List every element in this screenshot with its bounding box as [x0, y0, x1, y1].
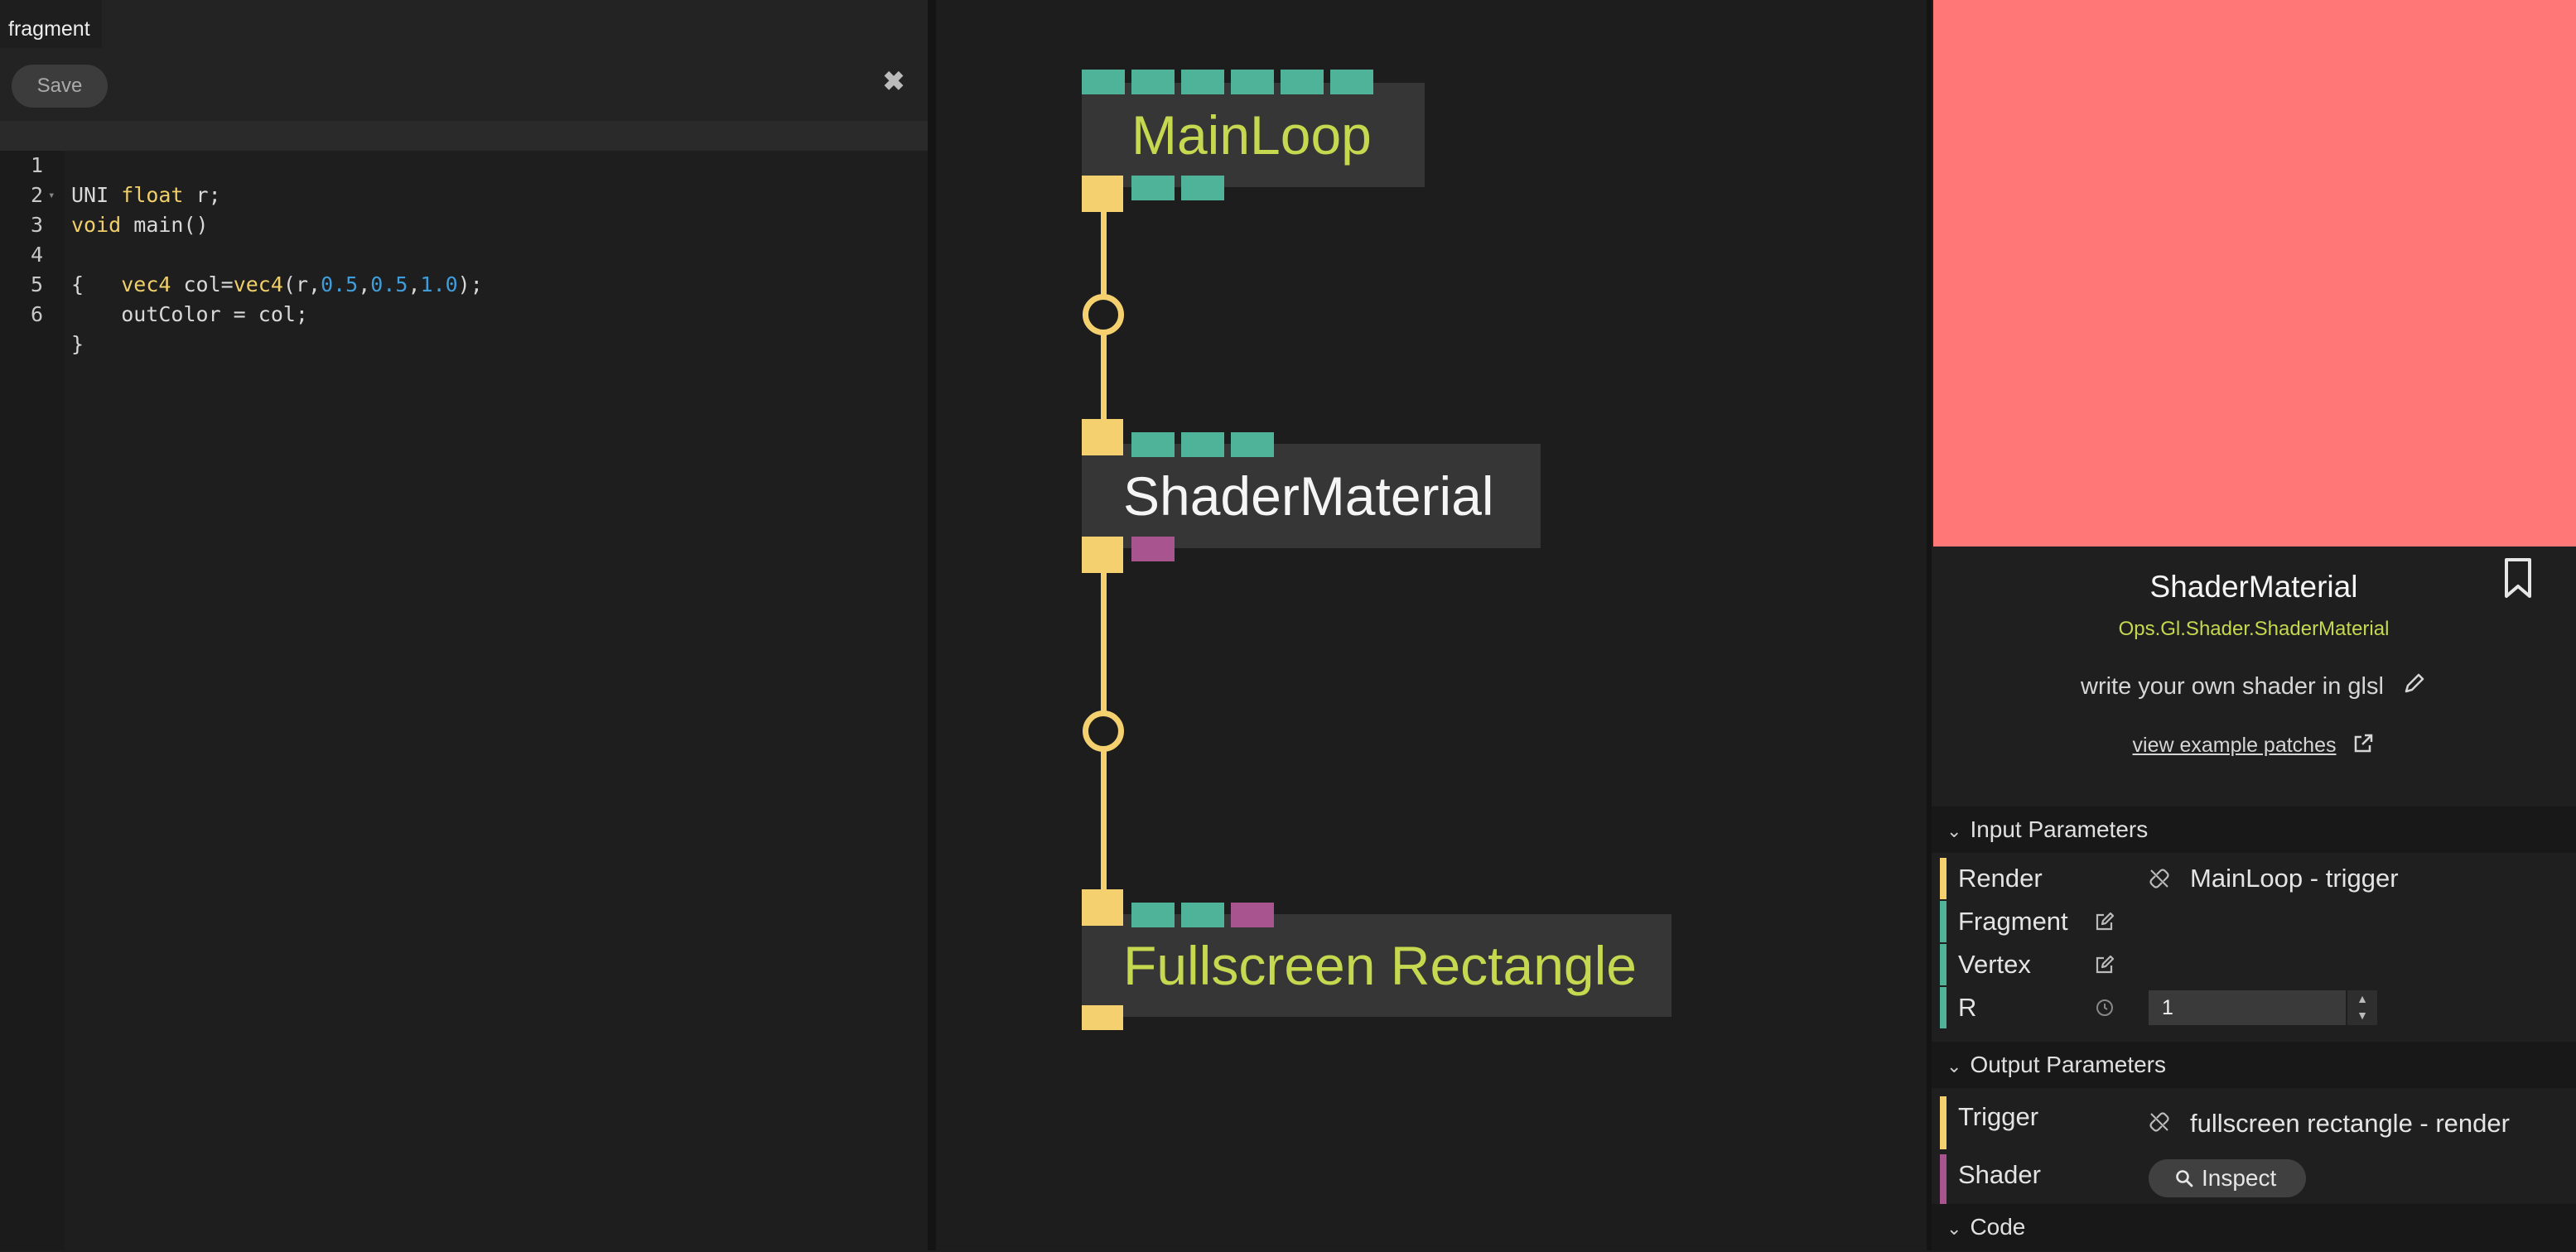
port-type-indicator: [1940, 901, 1946, 942]
input-port[interactable]: [1181, 70, 1224, 94]
code-line[interactable]: 3 ▾ {: [0, 181, 928, 296]
op-title: MainLoop: [1131, 104, 1372, 166]
code-line[interactable]: 1 UNI float r;: [0, 121, 928, 207]
render-preview[interactable]: [1933, 0, 2576, 547]
inspect-button-label: Inspect: [2202, 1165, 2277, 1191]
input-port[interactable]: [1330, 70, 1373, 94]
param-row-trigger: Trigger fullscreen rectangle - render: [1932, 1096, 2576, 1149]
input-port[interactable]: [1131, 70, 1175, 94]
param-name: Trigger: [1958, 1102, 2039, 1131]
output-port-trigger[interactable]: [1082, 176, 1123, 212]
pane-splitter[interactable]: [928, 0, 936, 1250]
input-port[interactable]: [1231, 70, 1274, 94]
input-parameters-header[interactable]: ⌄ Input Parameters: [1932, 807, 2576, 853]
cable-knot[interactable]: [1083, 710, 1124, 752]
inspect-button[interactable]: Inspect: [2149, 1159, 2306, 1197]
param-row-shader: Shader Inspect: [1932, 1154, 2576, 1207]
op-fullscreen-rectangle[interactable]: Fullscreen Rectangle: [1082, 914, 1672, 1017]
input-port-render[interactable]: [1082, 419, 1123, 455]
tab-fragment[interactable]: fragment: [0, 0, 102, 48]
example-patches-link-text[interactable]: view example patches: [2133, 734, 2337, 757]
param-row-fragment: Fragment: [1932, 901, 2576, 942]
line-number: 6: [30, 302, 43, 326]
code-section-header[interactable]: ⌄ Code: [1932, 1204, 2576, 1250]
op-parameter-panel: ShaderMaterial Ops.Gl.Shader.ShaderMater…: [1932, 547, 2576, 1250]
port-type-indicator: [1940, 858, 1946, 899]
close-icon[interactable]: ✖: [881, 66, 906, 96]
input-port-vertex[interactable]: [1181, 432, 1224, 457]
param-name: Render: [1958, 864, 2043, 893]
param-value: MainLoop - trigger: [2190, 864, 2399, 893]
input-port[interactable]: [1131, 903, 1175, 927]
section-title: Code: [1970, 1214, 2026, 1240]
param-name: Fragment: [1958, 907, 2068, 936]
op-title: ShaderMaterial: [1123, 465, 1494, 527]
op-title: Fullscreen Rectangle: [1123, 935, 1637, 996]
output-port-trigger[interactable]: [1082, 1005, 1123, 1030]
port-type-indicator: [1940, 944, 1946, 985]
chevron-down-icon: ⌄: [1946, 1218, 1962, 1239]
input-port[interactable]: [1181, 903, 1224, 927]
input-port[interactable]: [1082, 70, 1125, 94]
op-description-text: write your own shader in glsl: [2081, 673, 2384, 700]
output-parameters-header[interactable]: ⌄ Output Parameters: [1932, 1042, 2576, 1088]
unlink-icon[interactable]: [2149, 868, 2170, 889]
port-type-indicator: [1940, 987, 1946, 1028]
bookmark-icon[interactable]: [2501, 556, 2535, 600]
param-row-vertex: Vertex: [1932, 944, 2576, 985]
external-link-icon: [2355, 734, 2373, 753]
code-line[interactable]: 4 vec4 col=vec4(r,0.5,0.5,1.0);: [0, 210, 928, 296]
param-row-r: R ▲▼: [1932, 987, 2576, 1028]
input-port-fragment[interactable]: [1131, 432, 1175, 457]
code-line[interactable]: 5 outColor = col;: [0, 240, 928, 326]
section-title: Output Parameters: [1970, 1052, 2166, 1077]
edit-icon[interactable]: [2094, 911, 2115, 932]
cable-knot[interactable]: [1083, 294, 1124, 335]
output-port-shader[interactable]: [1131, 537, 1175, 561]
output-port[interactable]: [1181, 176, 1224, 200]
editor-toolbar: Save ✖: [0, 48, 928, 121]
code-line[interactable]: 6 }: [0, 270, 928, 356]
op-namespace[interactable]: Ops.Gl.Shader.ShaderMaterial: [1932, 618, 2576, 641]
editor-tab-bar: fragment: [0, 0, 928, 48]
clock-icon[interactable]: [2094, 997, 2115, 1018]
chevron-down-icon: ⌄: [1946, 1056, 1962, 1076]
section-title: Input Parameters: [1970, 816, 2149, 842]
search-icon: [2176, 1170, 2193, 1187]
number-stepper[interactable]: ▲ ▼: [2347, 990, 2377, 1025]
example-patches-link[interactable]: view example patches: [1932, 732, 2576, 758]
op-name-heading: ShaderMaterial: [2149, 570, 2358, 604]
input-port[interactable]: [1281, 70, 1324, 94]
code-line-text: outColor = col;: [71, 302, 308, 326]
port-type-indicator: [1940, 1154, 1946, 1207]
code-editor-pane: fragment Save ✖ 1 UNI float r; 2 void ma…: [0, 0, 928, 1250]
input-port-r[interactable]: [1231, 432, 1274, 457]
param-name: Shader: [1958, 1160, 2041, 1189]
output-port-trigger[interactable]: [1082, 537, 1123, 573]
code-text-area[interactable]: 1 UNI float r; 2 void main() 3 ▾ { 4 vec…: [0, 121, 928, 356]
op-mainloop[interactable]: MainLoop: [1082, 83, 1425, 187]
op-description: write your own shader in glsl: [1932, 671, 2576, 701]
r-value-input[interactable]: [2149, 990, 2346, 1025]
port-type-indicator: [1940, 1096, 1946, 1149]
output-port[interactable]: [1131, 176, 1175, 200]
edit-icon[interactable]: [2094, 954, 2115, 975]
code-line-text: }: [71, 332, 84, 356]
input-port-shader[interactable]: [1231, 903, 1274, 927]
fold-toggle-icon[interactable]: ▾: [48, 181, 55, 210]
op-shadermaterial[interactable]: ShaderMaterial: [1082, 444, 1541, 548]
param-name: R: [1958, 993, 1977, 1022]
param-row-render: Render MainLoop - trigger: [1932, 858, 2576, 899]
save-button[interactable]: Save: [12, 65, 108, 108]
unlink-icon[interactable]: [2149, 1111, 2170, 1133]
param-value: fullscreen rectangle - render: [2190, 1109, 2510, 1138]
input-port-render[interactable]: [1082, 889, 1123, 926]
param-name: Vertex: [1958, 950, 2031, 979]
chevron-down-icon: ⌄: [1946, 821, 1962, 841]
code-line[interactable]: 2 void main(): [0, 151, 928, 237]
pencil-icon[interactable]: [2402, 671, 2427, 696]
